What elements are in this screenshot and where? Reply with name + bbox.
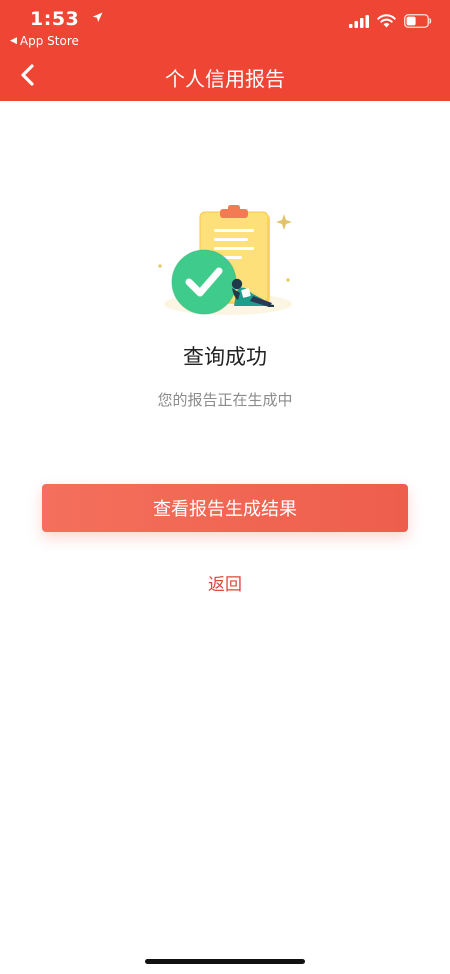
status-time: 1:53 — [30, 8, 80, 30]
back-triangle-icon: ◀ — [10, 36, 17, 46]
return-link[interactable]: 返回 — [0, 570, 450, 595]
back-to-app-link[interactable]: ◀ App Store — [10, 34, 79, 48]
wifi-icon — [377, 14, 396, 28]
page-title: 个人信用报告 — [165, 67, 285, 91]
app-header: 1:53 ◀ App Store 个人信用报告 — [0, 0, 450, 101]
view-report-button[interactable]: 查看报告生成结果 — [42, 484, 408, 532]
result-title: 查询成功 — [183, 345, 267, 369]
signal-icon — [349, 14, 369, 28]
status-icons — [349, 14, 432, 28]
location-arrow-icon — [92, 12, 103, 22]
battery-icon — [404, 14, 432, 28]
result-subtitle: 您的报告正在生成中 — [157, 391, 293, 409]
home-indicator — [145, 959, 305, 964]
back-app-label: App Store — [19, 34, 79, 48]
success-illustration — [158, 205, 292, 315]
